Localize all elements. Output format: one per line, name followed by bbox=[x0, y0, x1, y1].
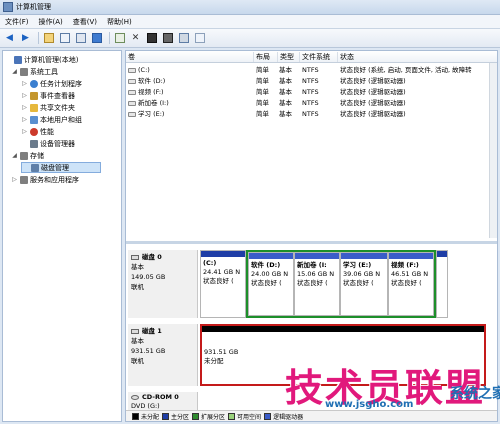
partition-f[interactable]: 视频 (F:) 46.51 GB N 状态良好 ( bbox=[388, 252, 434, 316]
help-icon[interactable] bbox=[90, 32, 103, 45]
disk-0-label[interactable]: 磁盘 0 基本 149.05 GB 联机 bbox=[128, 250, 198, 318]
expand-arrow-icon[interactable]: ▷ bbox=[11, 176, 18, 183]
tree-item-device-manager[interactable]: 设备管理器 bbox=[21, 138, 75, 149]
disk-1-label[interactable]: 磁盘 1 基本 931.51 GB 联机 bbox=[128, 324, 198, 386]
expand-arrow-icon[interactable]: ◢ bbox=[11, 68, 18, 75]
volume-row[interactable]: 新加卷 (I:) 简单 基本 NTFS 状态良好 (逻辑驱动器) bbox=[126, 98, 497, 109]
folder-icon bbox=[30, 103, 38, 112]
expand-arrow-icon[interactable]: ▷ bbox=[21, 128, 28, 135]
properties-icon[interactable] bbox=[74, 32, 87, 45]
disk-mgmt-icon bbox=[31, 163, 39, 172]
computer-icon bbox=[14, 55, 22, 64]
format-icon[interactable] bbox=[161, 32, 174, 45]
legend-swatch bbox=[264, 412, 272, 420]
volume-icon bbox=[128, 89, 136, 95]
show-tree-icon[interactable] bbox=[58, 32, 71, 45]
storage-icon bbox=[20, 151, 28, 160]
forward-arrow-icon[interactable]: ▶ bbox=[19, 32, 32, 45]
watermark-url: www.jsgho.com bbox=[325, 399, 414, 410]
menu-bar: 文件(F) 操作(A) 查看(V) 帮助(H) bbox=[0, 15, 500, 29]
legend-swatch bbox=[192, 412, 200, 420]
watermark-mark: 系统之家 bbox=[450, 386, 500, 402]
volume-icon bbox=[128, 78, 136, 84]
partition-bar bbox=[437, 251, 447, 257]
column-volume[interactable]: 卷 bbox=[126, 52, 254, 62]
toolbar-separator bbox=[109, 32, 110, 44]
folder-up-icon[interactable] bbox=[42, 32, 55, 45]
tree-item-event-viewer[interactable]: ▷ 事件查看器 bbox=[21, 90, 75, 101]
expand-arrow-icon[interactable]: ▷ bbox=[21, 104, 28, 111]
menu-file[interactable]: 文件(F) bbox=[0, 17, 34, 27]
tree-item-computer-management[interactable]: 计算机管理(本地) bbox=[5, 54, 78, 65]
volume-list-scrollbar[interactable] bbox=[489, 63, 497, 238]
tree-item-services-apps[interactable]: ▷ 服务和应用程序 bbox=[11, 174, 79, 185]
tools-icon bbox=[20, 67, 28, 76]
tree-item-local-users[interactable]: ▷ 本地用户和组 bbox=[21, 114, 82, 125]
partition-remainder[interactable] bbox=[436, 250, 448, 318]
cdrom-icon bbox=[131, 395, 139, 400]
disk-0-row: 磁盘 0 基本 149.05 GB 联机 (C:) 24.41 GB N 状态良… bbox=[128, 250, 488, 318]
settings-icon[interactable] bbox=[193, 32, 206, 45]
volume-icon bbox=[128, 111, 136, 117]
window-title: 计算机管理 bbox=[16, 3, 51, 11]
disk-0-partitions: (C:) 24.41 GB N 状态良好 ( 软件 (D:) 24.00 GB … bbox=[200, 250, 488, 318]
title-bar: 计算机管理 bbox=[0, 0, 500, 15]
tree-item-task-scheduler[interactable]: ▷ 任务计划程序 bbox=[21, 78, 82, 89]
tree-item-storage[interactable]: ◢ 存储 bbox=[11, 150, 44, 161]
disk-drive-icon bbox=[131, 328, 139, 334]
volume-icon bbox=[128, 67, 136, 73]
partition-c[interactable]: (C:) 24.41 GB N 状态良好 ( bbox=[200, 250, 246, 318]
performance-icon bbox=[30, 127, 38, 136]
tree-item-system-tools[interactable]: ◢ 系统工具 bbox=[11, 66, 58, 77]
menu-view[interactable]: 查看(V) bbox=[68, 17, 102, 27]
cdrom-label[interactable]: CD-ROM 0 DVD (G:) bbox=[128, 392, 198, 412]
toolbar-separator bbox=[38, 32, 39, 44]
volume-row[interactable]: 软件 (D:) 简单 基本 NTFS 状态良好 (逻辑驱动器) bbox=[126, 76, 497, 87]
search-icon[interactable] bbox=[177, 32, 190, 45]
volume-row[interactable]: 视频 (F:) 简单 基本 NTFS 状态良好 (逻辑驱动器) bbox=[126, 87, 497, 98]
column-type[interactable]: 类型 bbox=[278, 52, 300, 62]
toolbar: ◀ ▶ ✕ bbox=[0, 29, 500, 48]
column-status[interactable]: 状态 bbox=[338, 52, 497, 62]
computer-management-icon bbox=[3, 2, 13, 12]
expand-arrow-icon[interactable]: ▷ bbox=[21, 80, 28, 87]
refresh-icon[interactable] bbox=[113, 32, 126, 45]
legend-swatch bbox=[162, 412, 170, 420]
menu-help[interactable]: 帮助(H) bbox=[102, 17, 137, 27]
legend-swatch bbox=[228, 412, 236, 420]
device-icon bbox=[30, 139, 38, 148]
tree-item-performance[interactable]: ▷ 性能 bbox=[21, 126, 54, 137]
column-layout[interactable]: 布局 bbox=[254, 52, 278, 62]
partition-e[interactable]: 学习 (E:) 39.06 GB N 状态良好 ( bbox=[340, 252, 388, 316]
expand-arrow-icon[interactable]: ◢ bbox=[11, 152, 18, 159]
partition-d[interactable]: 软件 (D:) 24.00 GB N 状态良好 ( bbox=[248, 252, 294, 316]
disk-drive-icon bbox=[131, 254, 139, 260]
partition-i[interactable]: 新加卷 (I: 15.06 GB N 状态良好 ( bbox=[294, 252, 340, 316]
back-arrow-icon[interactable]: ◀ bbox=[3, 32, 16, 45]
disk-icon[interactable] bbox=[145, 32, 158, 45]
volume-row[interactable]: (C:) 简单 基本 NTFS 状态良好 (系统, 启动, 页面文件, 活动, … bbox=[126, 65, 497, 76]
event-icon bbox=[30, 91, 38, 100]
volume-icon bbox=[128, 100, 136, 106]
navigation-tree: 计算机管理(本地) ◢ 系统工具 ▷ 任务计划程序 ▷ 事件查看器 ▷ 共享文件… bbox=[2, 50, 122, 422]
volume-row[interactable]: 学习 (E:) 简单 基本 NTFS 状态良好 (逻辑驱动器) bbox=[126, 109, 497, 120]
delete-icon[interactable]: ✕ bbox=[129, 32, 142, 45]
expand-arrow-icon[interactable]: ▷ bbox=[21, 92, 28, 99]
menu-action[interactable]: 操作(A) bbox=[34, 17, 68, 27]
volume-list-header: 卷 布局 类型 文件系统 状态 bbox=[126, 51, 497, 63]
column-filesystem[interactable]: 文件系统 bbox=[300, 52, 338, 62]
tree-item-disk-management[interactable]: 磁盘管理 bbox=[21, 162, 101, 173]
expand-arrow-icon[interactable]: ▷ bbox=[21, 116, 28, 123]
services-icon bbox=[20, 175, 28, 184]
clock-icon bbox=[30, 79, 38, 88]
site-watermark: 技术员联盟 系统之家 www.jsgho.com bbox=[285, 357, 500, 410]
tree-item-shared-folders[interactable]: ▷ 共享文件夹 bbox=[21, 102, 75, 113]
users-icon bbox=[30, 115, 38, 124]
legend-swatch bbox=[132, 412, 139, 420]
